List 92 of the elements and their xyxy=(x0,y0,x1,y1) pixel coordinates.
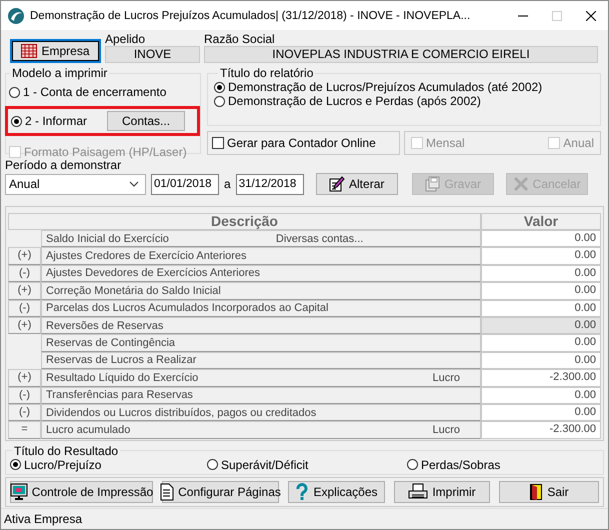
sign-cell: (+) xyxy=(8,282,41,300)
option-label: Demonstração de Lucros e Perdas (após 2002) xyxy=(228,94,481,108)
value-field[interactable]: 0.00 xyxy=(481,386,601,404)
toolbar-button[interactable]: Sair xyxy=(499,480,599,503)
value-field[interactable]: -2.300.00 xyxy=(481,369,601,387)
radio-button[interactable] xyxy=(207,459,218,470)
contas-button[interactable]: Contas... xyxy=(107,111,186,131)
row-note: Lucro xyxy=(432,424,460,436)
sign-cell: (+) xyxy=(8,316,41,334)
calendar-grid-icon xyxy=(21,44,38,58)
group-title: Modelo a imprimir xyxy=(11,66,108,80)
status-bar: Ativa Empresa xyxy=(1,508,608,529)
row-note: Diversas contas... xyxy=(276,232,364,245)
value-field[interactable]: 0.00 xyxy=(481,282,601,300)
toolbar-button[interactable]: Controle de Impressão xyxy=(10,480,153,503)
checkbox-label: Anual xyxy=(563,136,594,150)
checkbox-label: Gerar para Contador Online xyxy=(227,136,376,150)
maximize-icon xyxy=(552,10,562,20)
date-field[interactable]: 01/01/2018 xyxy=(151,174,219,194)
door-icon xyxy=(529,482,544,501)
radio-button[interactable] xyxy=(10,459,21,470)
value-field[interactable]: 0.00 xyxy=(481,334,601,352)
period-label: Período a demonstrar xyxy=(4,158,122,172)
apelido-field: INOVE xyxy=(105,46,200,63)
value-field[interactable]: -2.300.00 xyxy=(481,421,601,439)
toolbar-button[interactable]: Explicações xyxy=(288,480,385,503)
toolbar-button[interactable]: Imprimir xyxy=(394,480,490,503)
checkbox-label: Formato Paisagem (HP/Laser) xyxy=(24,145,187,159)
value-field[interactable]: 0.00 xyxy=(481,300,601,317)
row-label: Ajustes Credores de Exercício Anteriores xyxy=(46,250,247,262)
row-label: Reservas de Lucros a Realizar xyxy=(46,354,196,366)
empresa-button[interactable]: Empresa xyxy=(10,39,101,63)
row-label: Dividendos ou Lucros distribuídos, pagos ou creditados xyxy=(46,406,316,419)
sign-cell: (-) xyxy=(8,300,41,317)
radio-button[interactable] xyxy=(407,459,418,470)
pencil-notepad-icon xyxy=(329,176,346,192)
option-label: 2 - Informar xyxy=(25,114,88,128)
sign-cell: (+) xyxy=(8,369,41,387)
group-title: Título do relatório xyxy=(219,66,314,80)
field-label: Apelido xyxy=(105,33,146,46)
printer-icon xyxy=(408,482,428,501)
window-title: Demonstração de Lucros Prejuízos Acumulados| (31/12/2018) - INOVE - INOVEPLA... xyxy=(30,10,472,22)
checkbox[interactable] xyxy=(212,137,224,149)
sign-cell: = xyxy=(8,421,41,439)
row-label: Lucro acumulado xyxy=(46,424,130,436)
row-note: Lucro xyxy=(432,372,460,384)
column-header: Valor xyxy=(481,213,601,230)
column-header: Descrição xyxy=(8,213,481,230)
row-label: Transferências para Reservas xyxy=(46,389,193,402)
toolbar-button[interactable]: Configurar Páginas xyxy=(162,480,279,503)
field-label: Razão Social xyxy=(204,33,276,46)
separator-text: a xyxy=(224,177,231,191)
question-mark-icon xyxy=(295,482,310,501)
row-label: Saldo Inicial do Exercício xyxy=(46,232,169,245)
app-logo-icon xyxy=(7,6,25,24)
date-field[interactable]: 31/12/2018 xyxy=(236,174,304,194)
row-label: Resultado Líquido do Exercício xyxy=(46,372,198,384)
option-label: Superávit/Déficit xyxy=(221,458,308,472)
value-field[interactable]: 0.00 xyxy=(481,352,601,370)
period-dropdown[interactable]: Anual xyxy=(5,174,146,194)
group-title: Título do Resultado xyxy=(13,444,120,458)
close-icon xyxy=(586,10,596,20)
value-field[interactable]: 0.00 xyxy=(481,247,601,265)
row-label: Parcelas dos Lucros Acumulados Incorporados ao Capital xyxy=(46,302,328,314)
sign-cell: (-) xyxy=(8,404,41,422)
checkbox-label: Mensal xyxy=(426,136,465,150)
razao-social-field: INOVEPLAS INDUSTRIA E COMERCIO EIRELI xyxy=(204,46,598,63)
radio-button[interactable] xyxy=(214,82,225,92)
chevron-down-icon xyxy=(129,181,139,187)
value-field[interactable]: 0.00 xyxy=(481,230,601,248)
sign-cell: (-) xyxy=(8,386,41,404)
cancel-icon xyxy=(512,176,529,192)
monitor-icon xyxy=(10,482,28,501)
option-label: 1 - Conta de encerramento xyxy=(23,85,166,99)
row-label: Correção Monetária do Saldo Inicial xyxy=(46,284,221,297)
page-icon xyxy=(160,482,174,501)
value-field[interactable]: 0.00 xyxy=(481,264,601,282)
radio-button[interactable] xyxy=(11,116,22,126)
disk-stack-icon xyxy=(424,176,440,192)
value-field[interactable]: 0.00 xyxy=(481,404,601,422)
sign-cell: (-) xyxy=(8,264,41,282)
sign-cell: (+) xyxy=(8,247,41,265)
option-label: Lucro/Prejuízo xyxy=(24,458,102,472)
radio-button[interactable] xyxy=(9,86,20,98)
option-label: Perdas/Sobras xyxy=(421,458,500,472)
radio-button[interactable] xyxy=(214,96,225,106)
row-label: Ajustes Devedores de Exercícios Anteriores xyxy=(46,267,260,280)
row-label: Reservas de Contingência xyxy=(46,337,176,350)
option-label: Demonstração de Lucros/Prejuízos Acumulados (até 2002) xyxy=(228,80,542,94)
value-field[interactable]: 0.00 xyxy=(481,316,601,334)
row-label: Reversões de Reservas xyxy=(46,320,164,332)
action-button[interactable]: Alterar xyxy=(316,173,398,195)
